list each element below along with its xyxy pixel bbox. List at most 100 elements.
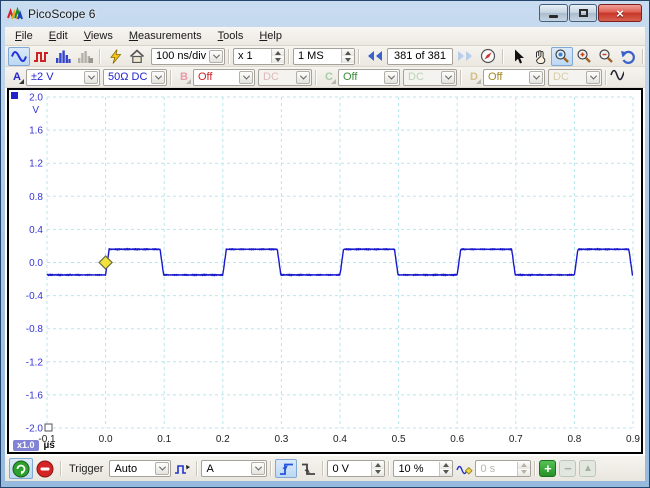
falling-edge-button[interactable] bbox=[297, 459, 319, 478]
chevron-down-icon bbox=[441, 70, 455, 84]
scope-view-button[interactable] bbox=[8, 46, 30, 66]
plus-icon: + bbox=[544, 461, 552, 476]
channel-a-options-button[interactable]: A bbox=[8, 68, 26, 86]
separator bbox=[270, 461, 273, 476]
channel-b-range-dropdown[interactable]: Off bbox=[193, 68, 255, 86]
separator bbox=[534, 461, 537, 476]
svg-text:0.8: 0.8 bbox=[29, 192, 43, 203]
titlebar[interactable]: PicoScope 6 × bbox=[1, 1, 649, 27]
rising-edge-button[interactable] bbox=[275, 459, 298, 478]
x-scale-badge[interactable]: x1.0 bbox=[13, 440, 39, 451]
trigger-source-dropdown[interactable]: A bbox=[201, 460, 268, 477]
trigger-label: Trigger bbox=[69, 462, 104, 475]
client-area: File Edit Views Measurements Tools Help bbox=[5, 27, 645, 481]
channel-c-options-button[interactable]: C bbox=[320, 68, 338, 86]
persistence-view-button[interactable] bbox=[30, 47, 52, 66]
separator bbox=[460, 69, 462, 85]
channel-b-coupling-dropdown: DC bbox=[258, 68, 312, 86]
stop-icon bbox=[36, 460, 54, 477]
channel-d-range-dropdown[interactable]: Off bbox=[483, 68, 545, 86]
zoom-in-button[interactable] bbox=[573, 47, 595, 66]
advanced-trigger-button[interactable] bbox=[171, 459, 193, 478]
start-capture-button[interactable] bbox=[9, 458, 33, 479]
svg-text:0.1: 0.1 bbox=[157, 434, 171, 445]
chevron-down-icon bbox=[529, 70, 543, 84]
menu-views[interactable]: Views bbox=[76, 28, 121, 44]
close-button[interactable]: × bbox=[598, 4, 642, 22]
timebase-dropdown[interactable]: 100 ns/div bbox=[151, 47, 225, 65]
stop-capture-button[interactable] bbox=[33, 458, 57, 479]
buffer-position-value: 381 of 381 bbox=[394, 50, 446, 62]
pre-trigger-spinner[interactable]: 10 % bbox=[393, 460, 454, 477]
separator bbox=[388, 461, 391, 476]
chevron-down-icon bbox=[384, 70, 398, 84]
zoom-factor-spinner[interactable]: x 1 bbox=[233, 47, 285, 65]
home-settings-button[interactable] bbox=[126, 47, 148, 66]
double-right-arrow-icon bbox=[458, 51, 472, 61]
channel-b-options-button[interactable]: B bbox=[175, 68, 193, 86]
svg-text:-0.8: -0.8 bbox=[26, 324, 44, 335]
close-icon: × bbox=[616, 5, 624, 21]
menu-file[interactable]: File bbox=[7, 28, 41, 44]
buffer-position-field[interactable]: 381 of 381 bbox=[387, 47, 453, 65]
separator bbox=[502, 48, 504, 64]
menu-measurements[interactable]: Measurements bbox=[121, 28, 210, 44]
trigger-toolbar: Trigger Auto A 0 V 10 % 0 s + − ▲ bbox=[5, 455, 645, 481]
trigger-threshold-spinner[interactable]: 0 V bbox=[327, 460, 386, 477]
zoom-out-button[interactable] bbox=[595, 47, 617, 66]
start-icon bbox=[12, 460, 30, 477]
signal-generator-button[interactable] bbox=[104, 47, 126, 66]
select-tool-button[interactable] bbox=[507, 47, 529, 66]
trigger-mode-dropdown[interactable]: Auto bbox=[109, 460, 172, 477]
spinner-arrows-icon[interactable] bbox=[271, 49, 284, 63]
menu-help[interactable]: Help bbox=[251, 28, 290, 44]
channel-a-range-value: ±2 V bbox=[31, 71, 54, 83]
buffer-navigator-button[interactable] bbox=[477, 47, 499, 66]
channel-d-coupling-value: DC bbox=[553, 71, 569, 83]
trigger-delay-icon bbox=[456, 465, 473, 475]
undo-zoom-button[interactable] bbox=[617, 47, 639, 66]
spinner-arrows-icon[interactable] bbox=[341, 49, 354, 63]
double-left-arrow-icon bbox=[368, 51, 382, 61]
scope-plot[interactable]: -0.1 0.0 0.1 0.2 0.3 0.4 0.5 0.6 0.7 0.8 0.92.01.6… bbox=[9, 90, 641, 452]
scope-frame[interactable]: -0.1 0.0 0.1 0.2 0.3 0.4 0.5 0.6 0.7 0.8 0.9 2.0 1.6… bbox=[7, 88, 643, 454]
spectrum-persistence-button[interactable] bbox=[74, 47, 96, 66]
channel-a-coupling-value: 50Ω DC bbox=[108, 71, 148, 83]
channel-d-options-button[interactable]: D bbox=[465, 68, 483, 86]
trigger-mode-value: Auto bbox=[114, 462, 138, 475]
zoom-select-tool-button[interactable] bbox=[551, 46, 573, 66]
minimize-icon bbox=[549, 15, 558, 18]
spinner-arrows-icon[interactable] bbox=[439, 461, 453, 476]
svg-text:0.0: 0.0 bbox=[99, 434, 113, 445]
separator bbox=[196, 461, 199, 476]
buffer-previous-button[interactable] bbox=[363, 47, 387, 66]
separator bbox=[60, 461, 62, 476]
minimize-button[interactable] bbox=[539, 4, 568, 22]
spinner-arrows-icon[interactable] bbox=[371, 461, 385, 476]
spinner-arrows-icon bbox=[517, 461, 531, 476]
maximize-button[interactable] bbox=[569, 4, 597, 22]
pre-trigger-value: 10 % bbox=[398, 462, 424, 475]
buffer-next-button[interactable] bbox=[453, 47, 477, 66]
scope-display[interactable]: -0.1 0.0 0.1 0.2 0.3 0.4 0.5 0.6 0.7 0.8 0.9 2.0 1.6… bbox=[5, 88, 645, 455]
channel-c-coupling-dropdown: DC bbox=[403, 68, 457, 86]
pan-tool-button[interactable] bbox=[529, 47, 551, 66]
spectrum-view-button[interactable] bbox=[52, 47, 74, 66]
svg-text:0.9: 0.9 bbox=[626, 434, 640, 445]
svg-text:1.2: 1.2 bbox=[29, 159, 43, 170]
window-title: PicoScope 6 bbox=[28, 7, 96, 21]
menu-edit[interactable]: Edit bbox=[41, 28, 76, 44]
channel-a-coupling-dropdown[interactable]: 50Ω DC bbox=[103, 68, 167, 86]
channel-c-range-dropdown[interactable]: Off bbox=[338, 68, 400, 86]
minus-icon: − bbox=[564, 461, 572, 476]
sample-count-spinner[interactable]: 1 MS bbox=[293, 47, 355, 65]
x-axis-unit-row: x1.0 µs bbox=[13, 440, 55, 451]
channel-a-range-dropdown[interactable]: ±2 V bbox=[26, 68, 100, 86]
add-measurement-button[interactable]: + bbox=[539, 460, 557, 477]
separator bbox=[315, 69, 317, 85]
trigger-delay-button[interactable] bbox=[453, 459, 475, 478]
edit-icon: ▲ bbox=[582, 463, 593, 474]
spectrum-bars-icon bbox=[56, 50, 71, 63]
lightning-icon bbox=[109, 48, 121, 64]
menu-tools[interactable]: Tools bbox=[210, 28, 252, 44]
